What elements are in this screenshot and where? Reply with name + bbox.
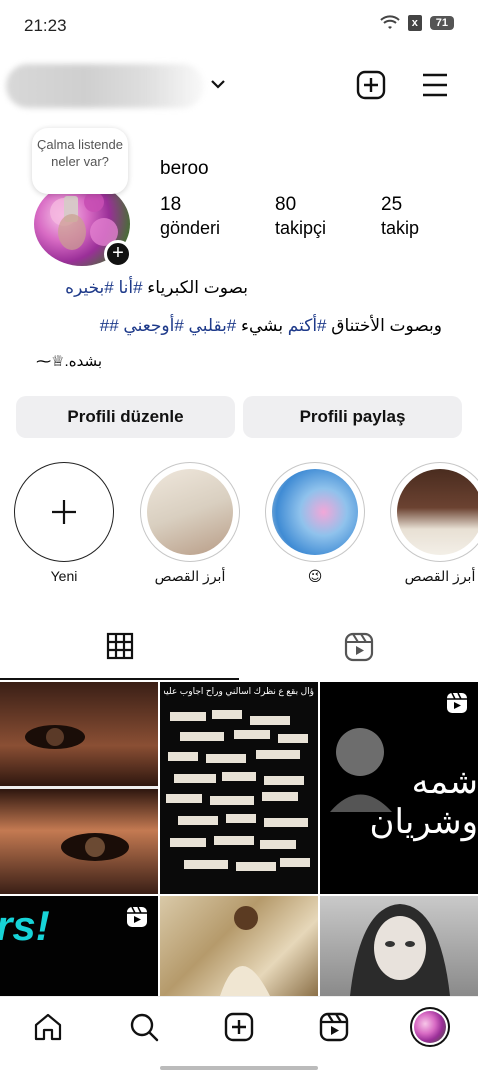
profile-name: beroo: [160, 158, 209, 179]
grid-post[interactable]: [160, 896, 318, 996]
post-overlay-text: شمه وشريان: [369, 762, 478, 842]
profile-header: [0, 58, 478, 114]
bio-line-1: بصوت الكبرياء #أنا #بخيره: [65, 278, 248, 298]
grid-post[interactable]: [320, 896, 478, 996]
bio-text: بصوت الكبرياء: [147, 278, 248, 297]
avatar: [414, 1011, 446, 1043]
highlight-new-ring: [14, 462, 114, 562]
grid-post[interactable]: [0, 682, 158, 894]
status-icons: x 71: [380, 15, 454, 31]
reel-badge-icon: [127, 906, 147, 927]
bio-hashtag[interactable]: #أوجعني: [123, 316, 183, 335]
sim-off-icon: x: [407, 15, 422, 31]
post-image: [0, 725, 158, 861]
highlight-ring: [265, 462, 365, 562]
bio-hashtag[interactable]: ##: [100, 316, 119, 335]
wifi-icon: [380, 15, 400, 29]
bio-hashtag[interactable]: #أكتم: [288, 316, 327, 335]
profile-tabs: [0, 624, 478, 680]
stat-posts[interactable]: 18 gönderi: [160, 194, 220, 239]
stat-followers[interactable]: 80 takipçi: [275, 194, 326, 239]
edit-profile-button[interactable]: Profili düzenle: [16, 396, 235, 438]
post-image: [220, 906, 270, 996]
grid-icon[interactable]: [106, 632, 134, 660]
chevron-down-icon[interactable]: [208, 74, 228, 94]
highlight-new[interactable]: Yeni: [14, 462, 114, 584]
highlight-item[interactable]: أبرز القصص: [140, 462, 240, 585]
grid-post[interactable]: ؤال بقع ع نظرك اسالني وراح اجاوب عليه .: [160, 682, 318, 894]
highlight-label: 😉: [307, 568, 323, 584]
home-icon[interactable]: [32, 1011, 64, 1043]
highlight-ring: [140, 462, 240, 562]
highlight-item[interactable]: 😉: [265, 462, 365, 585]
post-image: [350, 904, 450, 996]
stat-posts-value: 18: [160, 194, 182, 215]
highlight-item[interactable]: أبرز القصص: [390, 462, 478, 585]
bio-line-2: وبصوت الأختناق #أكتم بشيء #بقلبي #أوجعني…: [100, 316, 442, 336]
bio-text: بشيء: [241, 316, 284, 335]
grid-post[interactable]: شمه وشريان: [320, 682, 478, 894]
share-profile-button[interactable]: Profili paylaş: [243, 396, 462, 438]
create-post-icon[interactable]: [356, 70, 386, 100]
stat-following-label: takip: [381, 218, 420, 238]
highlight-thumbnail: [147, 469, 233, 555]
search-icon[interactable]: [128, 1011, 160, 1043]
bio-hashtag[interactable]: #أنا: [118, 278, 142, 297]
stat-followers-label: takipçi: [275, 218, 327, 238]
post-image: [166, 710, 310, 871]
note-bubble[interactable]: Çalma listende neler var?: [32, 128, 128, 194]
add-story-icon[interactable]: +: [104, 240, 132, 268]
stat-posts-label: gönderi: [160, 218, 221, 238]
post-header-text: ؤال بقع ع نظرك اسالني وراح اجاوب عليه .: [164, 686, 314, 696]
stat-following[interactable]: 25 takip: [381, 194, 419, 239]
bio-text: وبصوت الأختناق: [331, 316, 442, 335]
menu-icon[interactable]: [420, 70, 450, 100]
highlight-ring: [390, 462, 478, 562]
highlight-label: أبرز القصص: [404, 568, 476, 584]
reels-icon[interactable]: [344, 632, 374, 662]
bio-line-3: بشده.♕⁓: [36, 353, 102, 370]
profile-avatar[interactable]: +: [34, 182, 132, 268]
stat-following-value: 25: [381, 194, 403, 215]
highlight-thumbnail: [272, 469, 358, 555]
highlight-label: Yeni: [50, 568, 78, 584]
reels-nav-icon[interactable]: [318, 1011, 350, 1043]
status-time: 21:23: [24, 16, 67, 35]
active-tab-indicator: [0, 678, 239, 680]
username-switcher[interactable]: [6, 64, 204, 108]
post-overlay-text: rs!: [0, 902, 50, 949]
home-indicator: [160, 1066, 318, 1070]
create-icon[interactable]: [223, 1011, 255, 1043]
bio-hashtag[interactable]: #بقلبي: [189, 316, 237, 335]
plus-icon: [52, 500, 76, 524]
status-bar: 21:23 x 71: [0, 0, 478, 52]
reel-badge-icon: [447, 692, 467, 713]
highlight-thumbnail: [397, 469, 478, 555]
stat-followers-value: 80: [275, 194, 297, 215]
bio-hashtag[interactable]: #بخيره: [65, 278, 114, 297]
battery-indicator: 71: [429, 16, 454, 30]
profile-tab-avatar[interactable]: [410, 1007, 450, 1047]
highlight-label: أبرز القصص: [154, 568, 226, 584]
